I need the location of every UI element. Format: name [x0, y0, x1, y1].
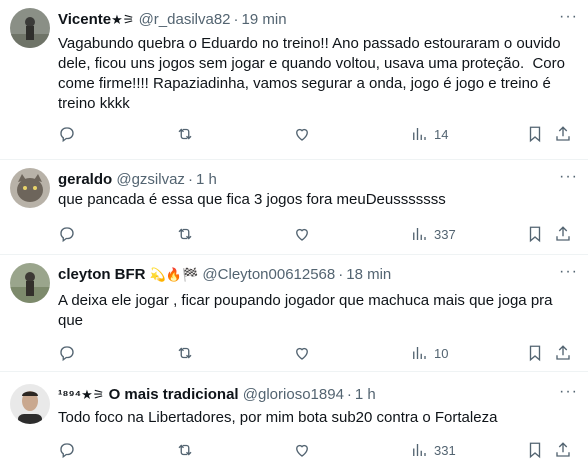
retweet-icon — [178, 347, 192, 359]
retweet-button[interactable] — [176, 224, 194, 244]
bookmark-button[interactable] — [526, 224, 544, 244]
name-prefix: ¹⁸⁹⁴★⚞ — [58, 387, 105, 402]
user-handle[interactable]: @r_dasilva82 — [139, 11, 231, 28]
tweet[interactable]: cleyton BFR 💫🔥🏁 @Cleyton00612568 · 18 min … — [0, 255, 588, 372]
user-handle[interactable]: @glorioso1894 — [243, 386, 344, 403]
share-icon — [556, 442, 570, 457]
view-count: 14 — [434, 126, 449, 142]
display-name[interactable]: geraldo — [58, 171, 112, 188]
views-button[interactable]: 337 — [410, 224, 456, 244]
avatar[interactable] — [10, 384, 50, 424]
action-bar: 10 — [58, 343, 578, 363]
like-button[interactable] — [293, 440, 311, 460]
display-name[interactable]: cleyton BFR — [58, 266, 146, 283]
bookmark-icon — [529, 226, 541, 243]
more-icon[interactable]: ··· — [559, 8, 578, 26]
action-bar: 331 — [58, 440, 578, 460]
reply-icon — [60, 227, 74, 243]
more-icon[interactable]: ··· — [559, 383, 578, 401]
timestamp[interactable]: 19 min — [242, 11, 287, 28]
avatar[interactable] — [10, 263, 50, 303]
bookmark-icon — [529, 126, 541, 143]
view-count: 10 — [434, 345, 449, 361]
view-count: 331 — [434, 442, 456, 458]
like-button[interactable] — [293, 124, 311, 144]
timestamp[interactable]: 18 min — [346, 266, 391, 283]
avatar[interactable] — [10, 168, 50, 208]
share-icon — [556, 126, 570, 141]
like-icon — [296, 228, 308, 241]
name-badge: ★⚞ — [111, 12, 135, 27]
user-handle[interactable]: @gzsilvaz — [116, 171, 185, 188]
tweet-header: geraldo @gzsilvaz · 1 h — [58, 171, 217, 188]
view-count: 337 — [434, 226, 456, 242]
bookmark-button[interactable] — [526, 124, 544, 144]
reply-icon — [60, 127, 74, 143]
retweet-icon — [178, 228, 192, 240]
share-button[interactable] — [554, 224, 572, 244]
bookmark-button[interactable] — [526, 343, 544, 363]
timestamp[interactable]: 1 h — [196, 171, 217, 188]
reply-icon — [60, 346, 74, 362]
reply-button[interactable] — [58, 343, 76, 363]
display-name[interactable]: O mais tradicional — [109, 386, 239, 403]
reply-feed: Vicente★⚞ @r_dasilva82 · 19 min ··· Vagabu… — [0, 0, 588, 460]
tweet-text: A deixa ele jogar , ficar poupando jogad… — [58, 292, 557, 329]
share-icon — [556, 226, 570, 241]
tweet-text: Todo foco na Libertadores, por mim bota … — [58, 409, 498, 426]
avatar[interactable] — [10, 8, 50, 48]
share-button[interactable] — [554, 124, 572, 144]
more-icon[interactable]: ··· — [559, 263, 578, 281]
tweet-text: que pancada é essa que fica 3 jogos fora… — [58, 191, 446, 208]
bookmark-button[interactable] — [526, 440, 544, 460]
views-button[interactable]: 14 — [410, 124, 448, 144]
tweet-header: Vicente★⚞ @r_dasilva82 · 19 min — [58, 11, 287, 28]
reply-button[interactable] — [58, 224, 76, 244]
action-bar: 14 — [58, 124, 578, 144]
like-icon — [296, 444, 308, 457]
retweet-button[interactable] — [176, 440, 194, 460]
retweet-icon — [178, 444, 192, 456]
reply-button[interactable] — [58, 440, 76, 460]
like-icon — [296, 347, 308, 360]
tweet-text: Vagabundo quebra o Eduardo no treino!! A… — [58, 35, 570, 112]
more-icon[interactable]: ··· — [559, 168, 578, 186]
views-button[interactable]: 331 — [410, 440, 456, 460]
like-icon — [296, 128, 308, 141]
share-button[interactable] — [554, 343, 572, 363]
retweet-icon — [178, 128, 192, 140]
tweet[interactable]: geraldo @gzsilvaz · 1 h ··· que pancada é … — [0, 160, 588, 255]
user-handle[interactable]: @Cleyton00612568 — [202, 266, 335, 283]
like-button[interactable] — [293, 224, 311, 244]
retweet-button[interactable] — [176, 343, 194, 363]
share-button[interactable] — [554, 440, 572, 460]
reply-button[interactable] — [58, 124, 76, 144]
like-button[interactable] — [293, 343, 311, 363]
bookmark-icon — [529, 345, 541, 362]
share-icon — [556, 345, 570, 360]
tweet[interactable]: ¹⁸⁹⁴★⚞ O mais tradicional @glorioso1894 ·… — [0, 372, 588, 460]
retweet-button[interactable] — [176, 124, 194, 144]
action-bar: 337 — [58, 224, 578, 244]
tweet-header: cleyton BFR 💫🔥🏁 @Cleyton00612568 · 18 min — [58, 266, 392, 283]
name-badge: 💫🔥🏁 — [149, 267, 199, 282]
reply-icon — [60, 443, 74, 459]
tweet-header: ¹⁸⁹⁴★⚞ O mais tradicional @glorioso1894 ·… — [58, 386, 376, 403]
views-icon — [413, 444, 426, 456]
tweet[interactable]: Vicente★⚞ @r_dasilva82 · 19 min ··· Vagabu… — [0, 0, 588, 160]
views-icon — [413, 128, 426, 140]
bookmark-icon — [529, 442, 541, 459]
display-name[interactable]: Vicente — [58, 11, 111, 28]
views-icon — [413, 347, 426, 359]
views-button[interactable]: 10 — [410, 343, 448, 363]
timestamp[interactable]: 1 h — [355, 386, 376, 403]
views-icon — [413, 228, 426, 240]
